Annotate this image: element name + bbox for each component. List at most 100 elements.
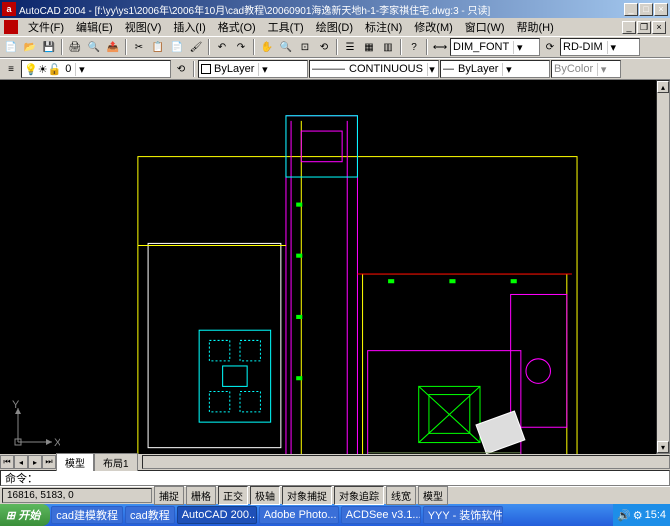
zoom-rt-icon[interactable]: 🔍 bbox=[277, 38, 295, 56]
save-icon[interactable]: 💾 bbox=[40, 38, 58, 56]
undo-icon[interactable]: ↶ bbox=[213, 38, 231, 56]
start-button[interactable]: ⊞ 开始 bbox=[0, 504, 50, 526]
open-icon[interactable]: 📂 bbox=[21, 38, 39, 56]
system-tray[interactable]: 🔊 ⚙ 15:4 bbox=[613, 504, 670, 526]
chevron-down-icon[interactable]: ▾ bbox=[502, 63, 514, 76]
zoom-prev-icon[interactable]: ⟲ bbox=[315, 38, 333, 56]
color-dropdown[interactable]: ByLayer ▾ bbox=[198, 60, 308, 78]
model-button[interactable]: 模型 bbox=[418, 486, 448, 505]
mdi-restore-button[interactable]: ❐ bbox=[637, 21, 651, 34]
match-icon[interactable]: 🖌 bbox=[187, 38, 205, 56]
lightbulb-icon: 💡 bbox=[24, 63, 38, 76]
dimstyle-dropdown[interactable]: DIM_FONT ▾ bbox=[450, 38, 540, 56]
new-icon[interactable]: 📄 bbox=[2, 38, 20, 56]
tab-model[interactable]: 模型 bbox=[56, 453, 94, 471]
chevron-down-icon[interactable]: ▾ bbox=[607, 41, 619, 54]
scroll-down-icon[interactable]: ▾ bbox=[657, 441, 669, 453]
grid-button[interactable]: 栅格 bbox=[186, 486, 216, 505]
dim-update-icon[interactable]: ⟳ bbox=[541, 38, 559, 56]
osnap-button[interactable]: 对象捕捉 bbox=[282, 486, 332, 505]
task-button-4[interactable]: ACDSee v3.1... bbox=[341, 506, 421, 524]
paste-icon[interactable]: 📄 bbox=[168, 38, 186, 56]
layer-manager-icon[interactable]: ≡ bbox=[2, 60, 20, 78]
print-icon[interactable]: 🖨 bbox=[66, 38, 84, 56]
tab-prev-icon[interactable]: ◂ bbox=[14, 455, 28, 469]
maximize-button[interactable]: □ bbox=[639, 3, 653, 16]
clock[interactable]: 15:4 bbox=[645, 509, 666, 521]
menu-help[interactable]: 帮助(H) bbox=[511, 17, 560, 37]
chevron-down-icon[interactable]: ▾ bbox=[513, 41, 525, 54]
windows-logo-icon: ⊞ bbox=[6, 509, 15, 522]
linetype-dropdown[interactable]: ——— CONTINUOUS ▾ bbox=[309, 60, 439, 78]
tab-last-icon[interactable]: ⏭ bbox=[42, 455, 56, 469]
designcenter-icon[interactable]: ▦ bbox=[360, 38, 378, 56]
dim-icon[interactable]: ⟷ bbox=[431, 38, 449, 56]
tab-next-icon[interactable]: ▸ bbox=[28, 455, 42, 469]
mdi-close-button[interactable]: × bbox=[652, 21, 666, 34]
mdi-minimize-button[interactable]: _ bbox=[622, 21, 636, 34]
menu-view[interactable]: 视图(V) bbox=[119, 17, 168, 37]
coords-display[interactable]: 16816, 5183, 0 bbox=[2, 488, 152, 503]
layer-dropdown[interactable]: 💡 ☀ 🔓 0 ▾ bbox=[21, 60, 171, 78]
chevron-down-icon[interactable]: ▾ bbox=[258, 63, 270, 76]
statusbar: 16816, 5183, 0 捕捉 栅格 正交 极轴 对象捕捉 对象追踪 线宽 … bbox=[0, 486, 670, 504]
chevron-down-icon[interactable]: ▾ bbox=[597, 63, 609, 76]
menu-tools[interactable]: 工具(T) bbox=[262, 17, 310, 37]
toolpalette-icon[interactable]: ▥ bbox=[379, 38, 397, 56]
help-icon[interactable]: ? bbox=[405, 38, 423, 56]
cut-icon[interactable]: ✂ bbox=[130, 38, 148, 56]
task-button-1[interactable]: cad教程 bbox=[125, 506, 175, 524]
menu-dimension[interactable]: 标注(N) bbox=[359, 17, 408, 37]
preview-icon[interactable]: 🔍 bbox=[85, 38, 103, 56]
menu-draw[interactable]: 绘图(D) bbox=[310, 17, 359, 37]
menu-window[interactable]: 窗口(W) bbox=[459, 17, 511, 37]
tab-layout1[interactable]: 布局1 bbox=[94, 453, 138, 471]
tray-icon[interactable]: 🔊 bbox=[617, 509, 631, 522]
sun-icon: ☀ bbox=[38, 63, 48, 76]
pan-icon[interactable]: ✋ bbox=[258, 38, 276, 56]
task-button-2[interactable]: AutoCAD 200... bbox=[177, 506, 257, 524]
dimstyle2-dropdown[interactable]: RD-DIM ▾ bbox=[560, 38, 640, 56]
task-button-3[interactable]: Adobe Photo... bbox=[259, 506, 339, 524]
menu-format[interactable]: 格式(O) bbox=[212, 17, 262, 37]
chevron-down-icon[interactable]: ▾ bbox=[75, 63, 87, 76]
redo-icon[interactable]: ↷ bbox=[232, 38, 250, 56]
properties-toolbar: ≡ 💡 ☀ 🔓 0 ▾ ⟲ ByLayer ▾ ——— CONTINUOUS ▾… bbox=[0, 58, 670, 80]
menu-file[interactable]: 文件(F) bbox=[22, 17, 70, 37]
plotstyle-dropdown[interactable]: ByColor ▾ bbox=[551, 60, 621, 78]
menubar: 文件(F) 编辑(E) 视图(V) 插入(I) 格式(O) 工具(T) 绘图(D… bbox=[0, 18, 670, 36]
command-line[interactable]: 命令： bbox=[0, 470, 670, 486]
properties-icon[interactable]: ☰ bbox=[341, 38, 359, 56]
ucs-icon: X Y bbox=[10, 400, 60, 450]
task-button-0[interactable]: cad建模教程 bbox=[51, 506, 123, 524]
layer-prev-icon[interactable]: ⟲ bbox=[172, 60, 190, 78]
menu-insert[interactable]: 插入(I) bbox=[167, 17, 211, 37]
polar-button[interactable]: 极轴 bbox=[250, 486, 280, 505]
vertical-scrollbar[interactable]: ▴ ▾ bbox=[656, 80, 670, 454]
lineweight-value: ByLayer bbox=[458, 63, 498, 75]
tab-row: ⏮ ◂ ▸ ⏭ 模型 布局1 bbox=[0, 454, 670, 470]
lwt-button[interactable]: 线宽 bbox=[386, 486, 416, 505]
otrack-button[interactable]: 对象追踪 bbox=[334, 486, 384, 505]
scroll-up-icon[interactable]: ▴ bbox=[657, 81, 669, 93]
task-button-5[interactable]: YYY - 装饰软件... bbox=[423, 506, 503, 524]
chevron-down-icon[interactable]: ▾ bbox=[427, 63, 436, 76]
publish-icon[interactable]: 📤 bbox=[104, 38, 122, 56]
color-value: ByLayer bbox=[214, 63, 254, 75]
menu-edit[interactable]: 编辑(E) bbox=[70, 17, 119, 37]
ortho-button[interactable]: 正交 bbox=[218, 486, 248, 505]
close-button[interactable]: × bbox=[654, 3, 668, 16]
zoom-window-icon[interactable]: ⊡ bbox=[296, 38, 314, 56]
horizontal-scrollbar[interactable] bbox=[142, 455, 670, 469]
taskbar: ⊞ 开始 cad建模教程 cad教程 AutoCAD 200... Adobe … bbox=[0, 504, 670, 526]
tray-icon[interactable]: ⚙ bbox=[633, 509, 643, 522]
lineweight-dropdown[interactable]: — ByLayer ▾ bbox=[440, 60, 550, 78]
drawing-canvas[interactable]: X Y ▴ ▾ ⏮ ◂ ▸ ⏭ 模型 布局1 bbox=[0, 80, 670, 470]
copy-icon[interactable]: 📋 bbox=[149, 38, 167, 56]
snap-button[interactable]: 捕捉 bbox=[154, 486, 184, 505]
menu-modify[interactable]: 修改(M) bbox=[408, 17, 459, 37]
titlebar: a AutoCAD 2004 - [f:\yy\ys1\2006年\2006年1… bbox=[0, 0, 670, 18]
dimstyle2-value: RD-DIM bbox=[563, 41, 603, 53]
tab-first-icon[interactable]: ⏮ bbox=[0, 455, 14, 469]
minimize-button[interactable]: _ bbox=[624, 3, 638, 16]
